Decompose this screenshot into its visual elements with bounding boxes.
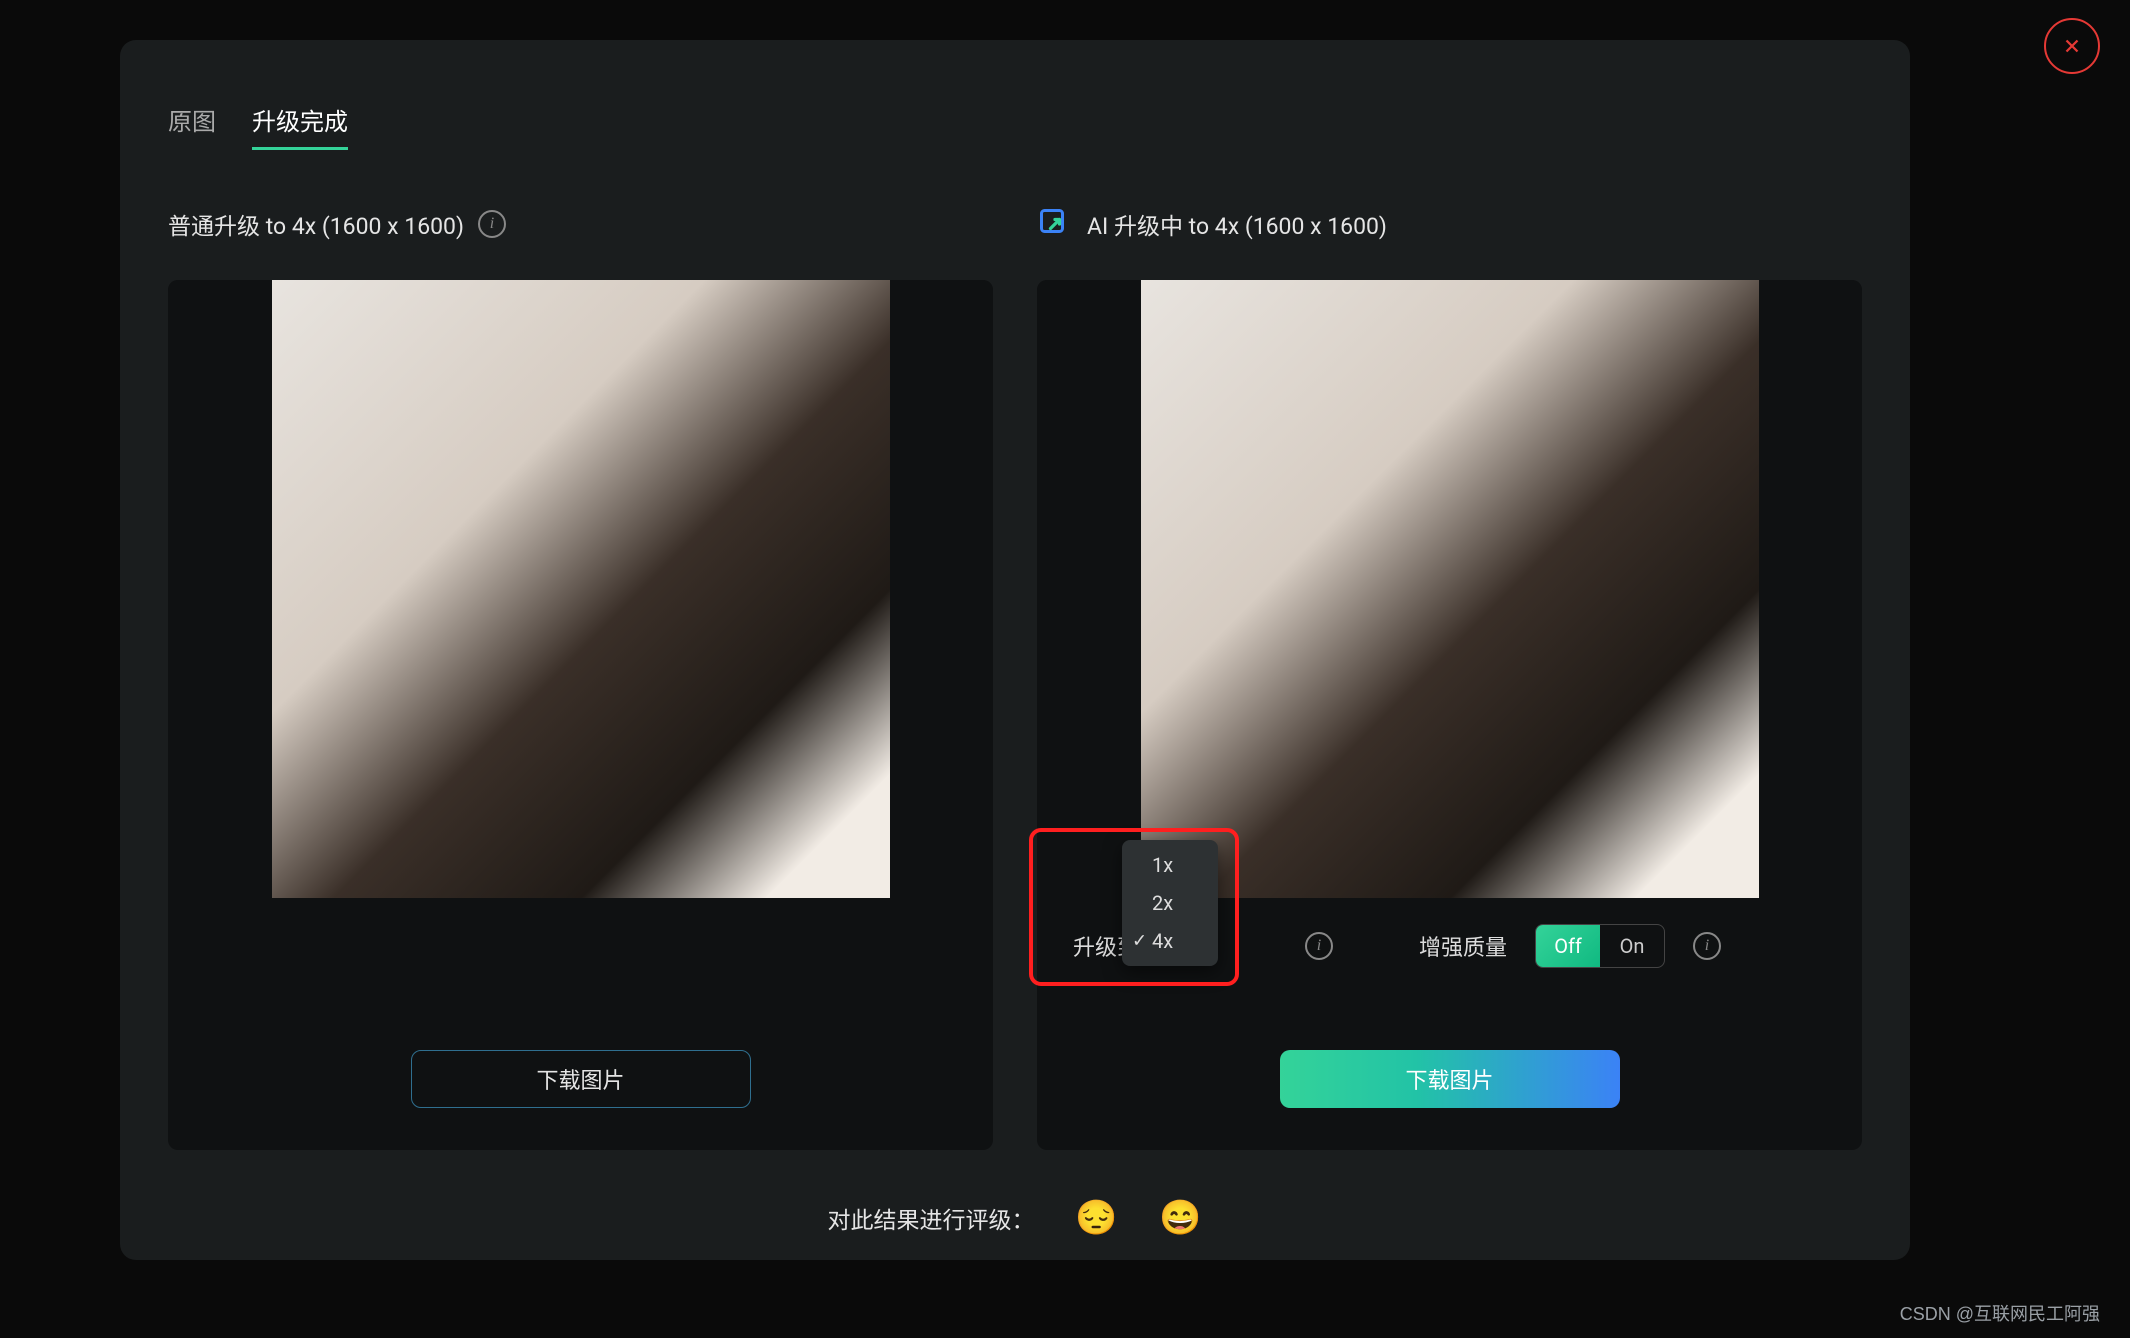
scale-dropdown[interactable]: 1x 2x ✓4x <box>1122 840 1218 966</box>
toggle-on[interactable]: On <box>1600 925 1664 967</box>
ai-upscale-icon <box>1037 206 1073 242</box>
enhance-quality-label: 增强质量 <box>1419 930 1507 962</box>
right-panel-title-row: AI 升级中 to 4x (1600 x 1600) <box>1037 204 1862 244</box>
info-icon[interactable]: i <box>478 210 506 238</box>
right-image-card: 升级到 1x 2x ✓4x i 增强质量 Off On <box>1037 280 1862 1150</box>
left-image-card: 下载图片 <box>168 280 993 1150</box>
upscale-modal: 原图 升级完成 普通升级 to 4x (1600 x 1600) i 下载图片 <box>120 40 1910 1260</box>
tab-bar: 原图 升级完成 <box>168 102 1862 150</box>
download-right-button[interactable]: 下载图片 <box>1280 1050 1620 1108</box>
tab-upgraded[interactable]: 升级完成 <box>252 102 348 150</box>
left-image <box>272 280 890 898</box>
tab-original[interactable]: 原图 <box>168 102 216 150</box>
watermark: CSDN @互联网民工阿强 <box>1900 1300 2100 1326</box>
right-image-slot <box>1037 280 1862 898</box>
info-icon-scale[interactable]: i <box>1305 932 1333 960</box>
enhance-toggle[interactable]: Off On <box>1535 924 1665 968</box>
left-panel-title: 普通升级 to 4x (1600 x 1600) <box>168 207 464 241</box>
rating-sad[interactable]: 😔 <box>1075 1196 1119 1240</box>
close-icon <box>2061 35 2083 57</box>
rating-happy[interactable]: 😄 <box>1159 1196 1203 1240</box>
left-panel: 普通升级 to 4x (1600 x 1600) i 下载图片 <box>168 204 993 1150</box>
right-panel-title: AI 升级中 to 4x (1600 x 1600) <box>1087 207 1387 241</box>
scale-option-4x[interactable]: ✓4x <box>1122 922 1218 960</box>
scale-option-1x[interactable]: 1x <box>1122 846 1218 884</box>
download-left-button[interactable]: 下载图片 <box>411 1050 751 1108</box>
right-image <box>1141 280 1759 898</box>
check-icon: ✓ <box>1132 931 1147 952</box>
close-button[interactable] <box>2044 18 2100 74</box>
scale-option-2x[interactable]: 2x <box>1122 884 1218 922</box>
info-icon-enhance[interactable]: i <box>1693 932 1721 960</box>
toggle-off[interactable]: Off <box>1536 925 1600 967</box>
left-image-slot <box>168 280 993 898</box>
left-panel-title-row: 普通升级 to 4x (1600 x 1600) i <box>168 204 993 244</box>
controls-row: 升级到 1x 2x ✓4x i 增强质量 Off On <box>1037 898 1862 968</box>
right-panel: AI 升级中 to 4x (1600 x 1600) 升级到 1x 2x ✓4x… <box>1037 204 1862 1150</box>
rating-row: 对此结果进行评级： 😔 😄 <box>120 1196 1910 1240</box>
rating-prompt: 对此结果进行评级： <box>828 1201 1035 1235</box>
